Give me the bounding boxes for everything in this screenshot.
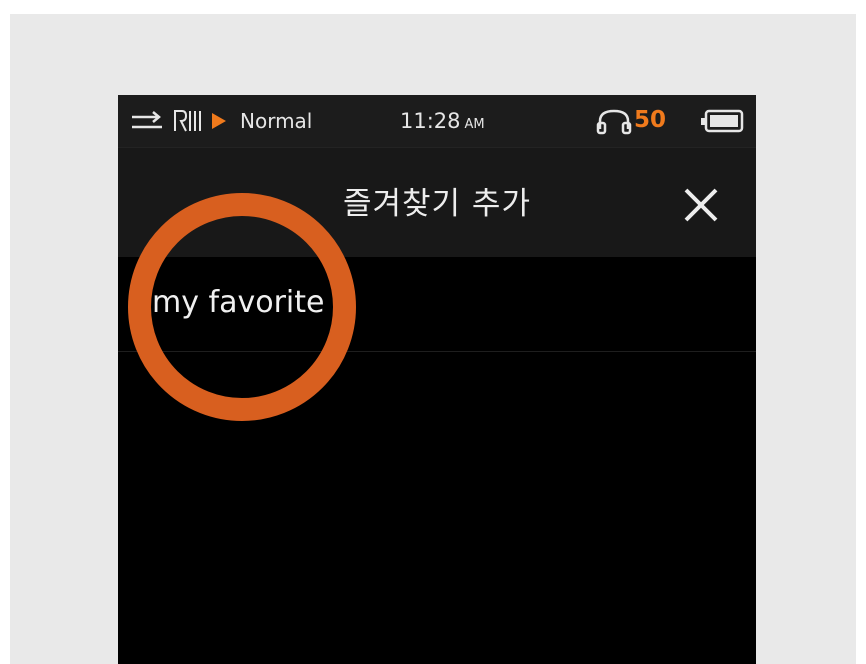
headphone-icon bbox=[596, 109, 632, 135]
play-icon bbox=[212, 113, 226, 129]
device-screen: Normal 11:28 AM 50 즐겨찾기 추가 my favorite bbox=[118, 95, 756, 664]
repeat-icon bbox=[132, 111, 162, 129]
clock-ampm: AM bbox=[464, 117, 485, 132]
close-button[interactable] bbox=[678, 182, 724, 228]
close-icon bbox=[684, 188, 718, 222]
status-bar: Normal 11:28 AM 50 bbox=[118, 95, 756, 147]
battery-icon bbox=[701, 109, 744, 133]
status-clock: 11:28 AM bbox=[400, 108, 485, 138]
header-bar: 즐겨찾기 추가 bbox=[118, 147, 756, 257]
list-item-my-favorite[interactable]: my favorite bbox=[118, 257, 756, 352]
list-item-label: my favorite bbox=[152, 285, 325, 320]
page-title: 즐겨찾기 추가 bbox=[343, 186, 531, 222]
rill-icon bbox=[174, 110, 201, 132]
volume-level: 50 bbox=[634, 107, 667, 133]
playback-mode-label: Normal bbox=[240, 109, 313, 133]
clock-time: 11:28 bbox=[400, 109, 461, 133]
